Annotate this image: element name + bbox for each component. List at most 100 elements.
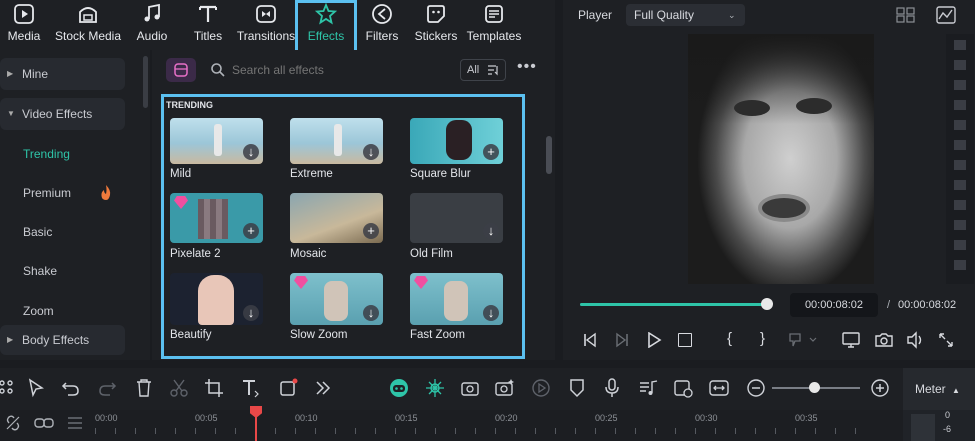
scopes-icon[interactable] (936, 6, 956, 24)
filter-label: All (467, 64, 480, 76)
chevron-right-icon: ▶ (7, 335, 14, 344)
search-input[interactable] (232, 60, 452, 80)
previous-frame-icon[interactable] (582, 332, 598, 348)
filter-dropdown[interactable]: All (460, 59, 506, 81)
category-video-effects[interactable]: ▼ Video Effects (0, 98, 125, 130)
microphone-icon[interactable] (601, 377, 623, 399)
sidebar-item-premium[interactable]: Premium (23, 186, 71, 200)
fullscreen-icon[interactable] (937, 331, 955, 349)
sidebar-item-zoom[interactable]: Zoom (23, 304, 54, 318)
tab-stock-media[interactable]: Stock Media (52, 0, 124, 50)
category-label: Mine (22, 67, 49, 81)
ai-camera-icon[interactable] (494, 377, 516, 399)
effect-label: Mild (170, 168, 192, 180)
stickers-icon (425, 3, 447, 25)
cut-scissors-icon[interactable] (168, 377, 190, 399)
tab-transitions[interactable]: Transitions (236, 0, 296, 50)
crop-icon[interactable] (203, 377, 225, 399)
zoom-slider-knob[interactable] (809, 382, 820, 393)
speed-playback-icon[interactable] (530, 377, 552, 399)
premium-gem-icon (294, 276, 308, 289)
sidebar-scrollbar[interactable] (143, 56, 148, 108)
effect-thumbnail-beautify[interactable]: ↓ (170, 273, 263, 325)
redo-icon[interactable] (96, 377, 118, 399)
playback-progress-track[interactable] (580, 303, 768, 306)
more-tools-icon[interactable] (312, 377, 334, 399)
ruler-label: 00:15 (395, 413, 418, 423)
effect-thumbnail-mosaic[interactable]: + (290, 193, 383, 243)
tab-audio[interactable]: Audio (130, 0, 174, 50)
add-icon[interactable]: + (483, 144, 499, 160)
volume-icon[interactable] (906, 331, 924, 349)
tab-titles[interactable]: Titles (186, 0, 230, 50)
add-icon[interactable]: + (243, 223, 259, 239)
marker-shield-icon[interactable] (566, 377, 588, 399)
delete-trash-icon[interactable] (133, 377, 155, 399)
category-mine[interactable]: ▶ Mine (0, 58, 125, 90)
effect-thumbnail-pixelate-2[interactable]: + (170, 193, 263, 243)
download-icon[interactable]: ↓ (483, 305, 499, 321)
download-icon[interactable]: ↓ (243, 305, 259, 321)
add-icon[interactable]: + (363, 223, 379, 239)
text-tool-icon[interactable] (240, 377, 262, 399)
play-icon[interactable] (646, 332, 662, 348)
quality-dropdown[interactable]: Full Quality ⌄ (626, 4, 745, 26)
select-pointer-icon[interactable] (26, 377, 48, 399)
grid-view-icon[interactable] (896, 6, 916, 24)
undo-icon[interactable] (60, 377, 82, 399)
track-list-icon[interactable] (66, 416, 84, 430)
ai-assistant-icon[interactable] (388, 377, 410, 399)
tab-media[interactable]: Media (2, 0, 46, 50)
more-options-icon[interactable]: ••• (517, 59, 536, 78)
clip-replace-icon[interactable] (672, 377, 694, 399)
unlink-icon[interactable] (4, 414, 22, 432)
tab-templates[interactable]: Templates (466, 0, 522, 50)
zoom-in-icon[interactable] (869, 377, 891, 399)
figure-shape (198, 275, 234, 325)
snapshot-camera-icon[interactable] (875, 331, 893, 349)
grid-scrollbar[interactable] (546, 136, 552, 174)
sidebar-item-label: Premium (23, 186, 72, 200)
tab-stickers[interactable]: Stickers (412, 0, 460, 50)
tab-label: Templates (466, 29, 522, 43)
effect-thumbnail-extreme[interactable]: ↓ (290, 118, 383, 164)
stop-icon[interactable] (678, 333, 692, 347)
figure-shape (324, 281, 348, 321)
category-label: Video Effects (22, 107, 93, 121)
sidebar-item-shake[interactable]: Shake (23, 264, 57, 278)
flame-icon (100, 185, 112, 200)
sidebar-item-trending[interactable]: Trending (23, 147, 70, 161)
meter-button[interactable]: Meter ▲ (903, 368, 975, 410)
playhead-knob[interactable] (761, 298, 773, 310)
display-settings-icon[interactable] (842, 331, 860, 349)
mark-in-icon[interactable]: { (727, 330, 732, 347)
meter-label: Meter (915, 382, 946, 396)
download-icon[interactable]: ↓ (363, 144, 379, 160)
zoom-out-icon[interactable] (745, 377, 767, 399)
layout-grid-icon[interactable] (0, 377, 18, 399)
effect-thumbnail-slow-zoom[interactable]: ↓ (290, 273, 383, 325)
effect-thumbnail-old-film[interactable]: ↓ (410, 193, 503, 243)
effect-thumbnail-square-blur[interactable]: + (410, 118, 503, 164)
next-frame-icon[interactable] (614, 332, 630, 348)
download-icon[interactable]: ↓ (243, 144, 259, 160)
tab-filters[interactable]: Filters (360, 0, 404, 50)
link-clip-icon[interactable] (34, 415, 54, 431)
mark-out-icon[interactable]: } (760, 330, 765, 347)
audio-music-icon[interactable] (637, 377, 659, 399)
titles-icon (197, 3, 219, 25)
download-icon[interactable]: ↓ (483, 223, 499, 239)
sidebar-item-basic[interactable]: Basic (23, 225, 52, 239)
marker-dropdown-icon[interactable] (788, 332, 818, 348)
category-body-effects[interactable]: ▶ Body Effects (0, 325, 125, 355)
split-view-icon[interactable] (708, 377, 730, 399)
shape-record-icon[interactable] (278, 377, 300, 399)
smart-cutout-icon[interactable] (424, 377, 446, 399)
download-icon[interactable]: ↓ (363, 305, 379, 321)
effect-thumbnail-fast-zoom[interactable]: ↓ (410, 273, 503, 325)
templates-icon (483, 3, 505, 25)
effect-thumbnail-mild[interactable]: ↓ (170, 118, 263, 164)
total-time: 00:00:08:02 (898, 299, 957, 311)
auto-reframe-icon[interactable] (459, 377, 481, 399)
premium-filter-button[interactable] (166, 58, 196, 82)
